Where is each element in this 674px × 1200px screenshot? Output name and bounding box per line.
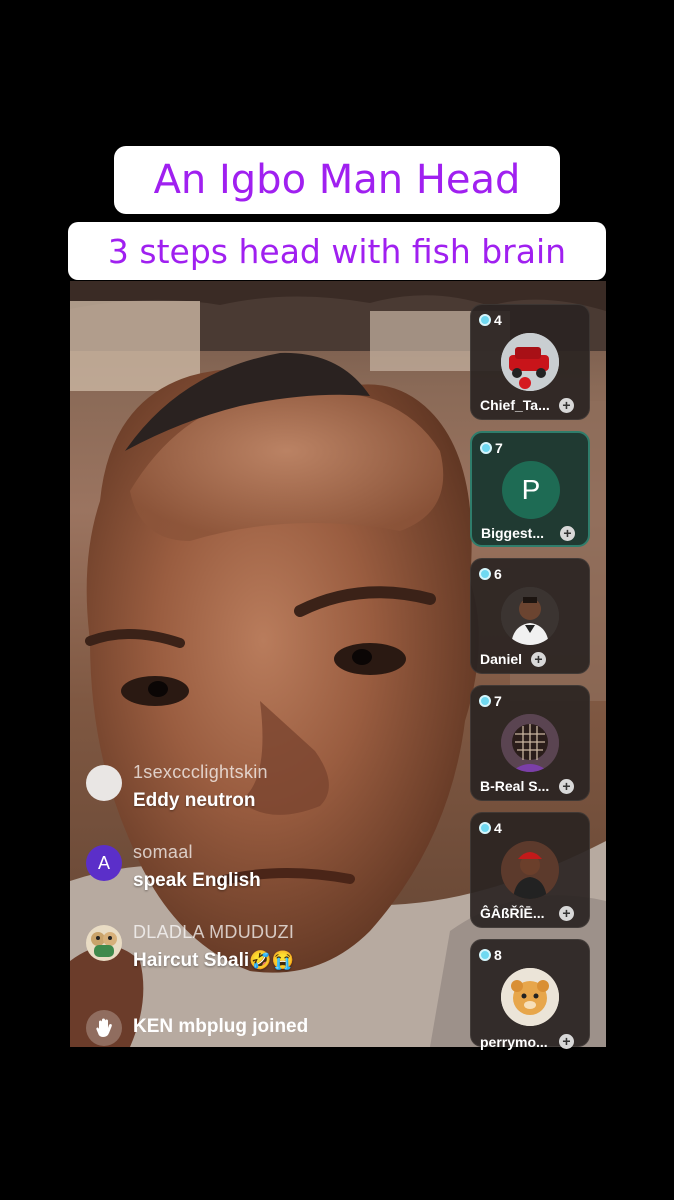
follow-plus-icon[interactable]: + (560, 526, 575, 541)
cartoon-dog-avatar[interactable] (501, 968, 559, 1026)
wave-icon (86, 1010, 122, 1046)
guest-card-breal[interactable]: 7 B-Real S... + (470, 685, 590, 801)
chat-text: Haircut Sbali🤣😭 (133, 950, 294, 972)
braids-avatar[interactable] (501, 714, 559, 772)
live-dot-icon (479, 568, 491, 580)
live-dot-icon (479, 949, 491, 961)
guest-card-chief[interactable]: 4 Chief_Ta... + (470, 304, 590, 420)
viewer-count: 4 (479, 312, 502, 328)
follow-plus-icon[interactable]: + (559, 398, 574, 413)
cartoon-character-icon (91, 932, 117, 957)
live-dot-icon (480, 442, 492, 454)
guest-card-daniel[interactable]: 6 Daniel + (470, 558, 590, 674)
viewer-count: 7 (480, 440, 503, 456)
red-hat-avatar[interactable] (501, 841, 559, 899)
chat-message: 1sexccclightskin Eddy neutron (86, 762, 416, 820)
follow-plus-icon[interactable]: + (531, 652, 546, 667)
emoji-laugh-cry: 🤣😭 (249, 950, 294, 970)
guest-card-gabriel[interactable]: 4 ĜÂßŘÎĒ... + (470, 812, 590, 928)
viewer-count: 8 (479, 947, 502, 963)
letter-avatar[interactable]: A (86, 845, 122, 881)
red-car-avatar[interactable] (501, 333, 559, 391)
joined-suffix: joined (247, 1016, 309, 1037)
chat-username[interactable]: 1sexccclightskin (133, 762, 268, 783)
follow-plus-icon[interactable]: + (559, 1034, 574, 1049)
man-portrait-avatar[interactable] (501, 587, 559, 645)
guest-name: B-Real S... (480, 778, 550, 794)
chat-username[interactable]: somaal (133, 842, 193, 863)
guest-name: ĜÂßŘÎĒ... (480, 905, 545, 921)
chat-text: speak English (133, 870, 261, 891)
chat-username[interactable]: DLADLA MDUDUZI (133, 922, 294, 943)
follow-plus-icon[interactable]: + (559, 906, 574, 921)
live-dot-icon (479, 822, 491, 834)
chat-text-body: Haircut Sbali (133, 950, 250, 971)
subtitle-caption: 3 steps head with fish brain (68, 222, 606, 280)
follow-plus-icon[interactable]: + (559, 779, 574, 794)
viewer-count: 4 (479, 820, 502, 836)
join-text: KEN mbplug joined (133, 1016, 308, 1038)
blank-avatar[interactable] (86, 765, 122, 801)
guest-name: Biggest... (481, 525, 545, 541)
chat-message: DLADLA MDUDUZI Haircut Sbali🤣😭 (86, 922, 416, 980)
cartoon-avatar[interactable] (86, 925, 122, 961)
live-dot-icon (479, 695, 491, 707)
letter-avatar[interactable]: P (502, 461, 560, 519)
guest-name: Daniel (480, 651, 523, 667)
title-caption: An Igbo Man Head (114, 146, 560, 214)
joined-username[interactable]: KEN mbplug (133, 1016, 247, 1037)
chat-message: A somaal speak English (86, 842, 416, 900)
viewer-count: 7 (479, 693, 502, 709)
live-dot-icon (479, 314, 491, 326)
guest-name: Chief_Ta... (480, 397, 550, 413)
chat-text: Eddy neutron (133, 790, 256, 811)
viewer-count: 6 (479, 566, 502, 582)
guest-name: perrymo... (480, 1034, 548, 1050)
guest-card-biggest[interactable]: 7 P Biggest... + (470, 431, 590, 547)
guest-card-perry[interactable]: 8 perrymo... + (470, 939, 590, 1050)
